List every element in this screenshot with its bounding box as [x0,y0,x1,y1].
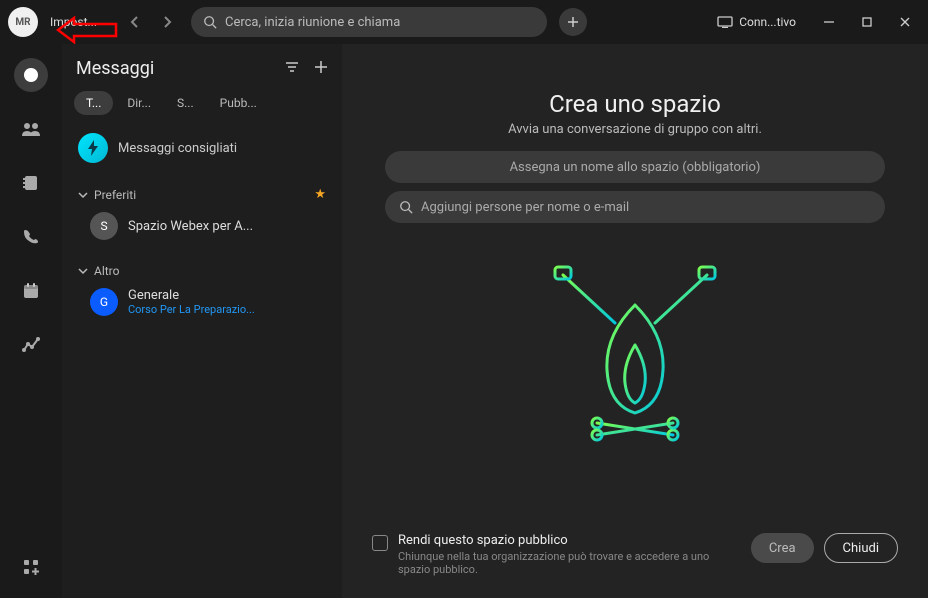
suggested-label: Messaggi consigliati [118,141,237,156]
rail-analytics[interactable] [14,328,48,362]
connect-device-button[interactable]: Conn...tivo [707,11,806,33]
rail-messaging[interactable] [14,58,48,92]
content-pane: Crea uno spazio Avvia una conversazione … [342,44,928,598]
message-tabs: T... Dir... S... Pubb... [72,91,332,115]
space-name: Spazio Webex per A... [128,219,253,234]
chevron-down-icon [78,191,88,199]
people-search-wrapper [385,191,885,223]
suggested-messages[interactable]: Messaggi consigliati [72,127,332,169]
titlebar: MR Impost... Cerca, inizia riunione e ch… [0,0,928,44]
phone-icon [22,228,40,246]
tab-spaces[interactable]: S... [165,91,206,115]
public-checkbox[interactable] [372,535,388,551]
rail-teams[interactable] [14,112,48,146]
analytics-icon [22,336,40,354]
public-label: Rendi questo spazio pubblico [398,533,741,548]
tab-public[interactable]: Pubb... [208,91,269,115]
search-icon [399,200,413,214]
nav-rail [0,44,62,598]
screen-icon [717,16,733,28]
new-message-button[interactable] [314,59,328,78]
sidebar-title: Messaggi [76,58,154,79]
close-window-button[interactable] [890,7,920,37]
rail-meetings[interactable] [14,274,48,308]
maximize-button[interactable] [852,7,882,37]
contacts-icon [22,174,40,192]
bolt-icon [78,133,108,163]
space-subtitle: Corso Per La Preparazio... [128,303,255,316]
space-name: Generale [128,288,255,303]
minimize-button[interactable] [814,7,844,37]
page-title: Crea uno spazio [549,90,721,118]
filter-icon [284,60,300,74]
close-button[interactable]: Chiudi [824,533,898,563]
space-avatar: S [90,212,118,240]
public-description: Chiunque nella tua organizzazione può tr… [398,550,741,576]
plus-icon [314,60,328,74]
nav-forward-button[interactable] [155,10,179,34]
rail-calling[interactable] [14,220,48,254]
teams-icon [21,121,41,137]
space-avatar: G [90,288,118,316]
device-status-label: Conn...tivo [739,15,796,29]
page-subtitle: Avvia una conversazione di gruppo con al… [508,122,762,137]
rail-apps[interactable] [14,550,48,584]
rail-contacts[interactable] [14,166,48,200]
chat-icon [22,66,40,84]
user-avatar[interactable]: MR [8,7,38,37]
space-name-input-wrapper [385,151,885,183]
campfire-illustration [535,265,735,445]
section-favorites-label: Preferiti [94,188,136,202]
status-menu[interactable]: Impost... [50,15,97,29]
footer: Rendi questo spazio pubblico Chiunque ne… [366,533,904,582]
new-action-button[interactable] [559,8,587,36]
calendar-icon [22,282,40,300]
apps-icon [22,558,40,576]
search-icon [203,15,217,29]
people-search-input[interactable] [421,200,871,215]
filter-button[interactable] [284,59,300,78]
chevron-down-icon [78,267,88,275]
space-name-input[interactable] [399,160,871,175]
space-generale[interactable]: G Generale Corso Per La Preparazio... [72,282,332,322]
section-other-header[interactable]: Altro [72,260,332,282]
space-webex[interactable]: S Spazio Webex per A... [72,206,332,246]
global-search[interactable]: Cerca, inizia riunione e chiama [191,7,547,37]
tab-direct[interactable]: Dir... [115,91,163,115]
section-favorites-header[interactable]: Preferiti ★ [72,183,332,206]
search-placeholder: Cerca, inizia riunione e chiama [225,15,400,30]
nav-back-button[interactable] [123,10,147,34]
tab-all[interactable]: T... [74,91,113,115]
create-button[interactable]: Crea [751,533,814,563]
sidebar: Messaggi T... Dir... S... Pubb... Messag… [62,44,342,598]
star-icon: ★ [314,187,326,202]
section-other-label: Altro [94,264,119,278]
